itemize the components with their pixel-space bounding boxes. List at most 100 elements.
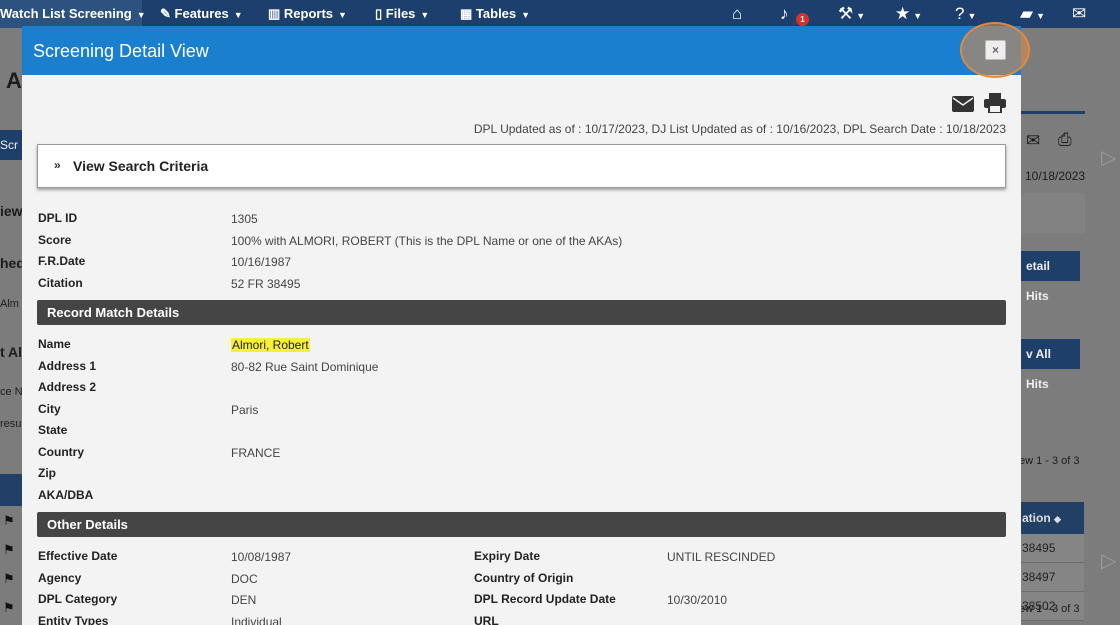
bg-fragment-source: ce N [0,386,23,398]
name-value: Almori, Robert [231,338,310,352]
city-label: City [38,402,61,416]
name-label: Name [38,337,71,351]
bg-fragment-results: resu [0,418,22,430]
fr-date-label: F.R.Date [38,254,86,268]
caret-down-icon: ▼ [338,10,347,20]
nav-watch-list-screening[interactable]: Watch List Screening ▼ [0,0,146,28]
view-search-criteria-toggle[interactable]: » View Search Criteria [37,144,1006,188]
bg-left-header [0,474,22,506]
bg-date: 10/18/2023 [1025,169,1086,183]
nav-features-label: Features [174,6,229,21]
other-details-header: Other Details [37,512,1006,537]
sort-icon: ◆ [1054,514,1061,524]
pencil-icon: ✎ [160,6,171,21]
address2-label: Address 2 [38,380,97,394]
modal-header: Screening Detail View [22,26,1021,75]
screening-detail-modal: Screening Detail View DPL Updated as of … [22,26,1021,625]
entity-types-label: Entity Types [38,614,109,625]
email-icon[interactable] [952,96,974,112]
agency-value: DOC [231,572,258,586]
notification-badge: 1 [796,13,809,26]
country-of-origin-label: Country of Origin [474,571,574,585]
caret-down-icon: ▼ [136,10,146,20]
bell-icon[interactable]: ♪ [780,4,789,24]
address1-label: Address 1 [38,359,97,373]
effective-date-label: Effective Date [38,549,118,563]
bg-column-header-label: ation [1022,511,1051,525]
expiry-date-label: Expiry Date [474,549,541,563]
entity-types-value: Individual [231,615,282,625]
bg-column-header: ation ◆ [1016,502,1084,534]
flag-icon: ⚑ [3,600,15,615]
bg-fragment-name: Alm [0,298,19,310]
list-updated-info: DPL Updated as of : 10/17/2023, DJ List … [473,122,1006,136]
bg-divider [1021,111,1085,114]
bg-fragment-button-label: Scr [0,138,18,152]
city-value: Paris [231,403,259,417]
star-icon[interactable]: ★ ▼ [895,4,922,24]
citation-label: Citation [38,276,83,290]
flag-icon: ⚑ [3,542,15,557]
country-value: FRANCE [231,446,281,460]
nav-reports-label: Reports [283,6,334,21]
nav-features[interactable]: ✎ Features ▼ [160,0,243,28]
state-label: State [38,423,68,437]
nav-tables-label: Tables [475,6,517,21]
nav-reports[interactable]: ▥ Reports ▼ [268,0,347,28]
citation-value: 52 FR 38495 [231,277,301,291]
bg-fragment-button: Scr [0,130,22,160]
bg-print-icon: ⎙ [1058,130,1072,149]
bar-chart-icon: ▥ [268,6,281,21]
flag-icon: ⚑ [3,513,15,528]
file-icon: ▯ [375,6,383,21]
bg-envelope-icon: ✉ [1026,131,1041,150]
bg-fragment-alerts: t Al [0,344,23,360]
score-label: Score [38,233,72,247]
name-highlight: Almori, Robert [231,338,310,352]
record-update-date-value: 10/30/2010 [667,593,728,607]
top-nav-bar: Watch List Screening ▼ ✎ Features ▼ ▥ Repo… [0,0,1120,28]
nav-files[interactable]: ▯ Files ▼ [375,0,429,28]
agency-label: Agency [38,571,82,585]
nav-tables[interactable]: ▦ Tables ▼ [460,0,530,28]
bg-fragment-title: A [6,68,22,93]
effective-date-value: 10/08/1987 [231,550,292,564]
bg-fragment-view: iew [0,203,23,219]
aka-dba-label: AKA/DBA [38,488,94,502]
help-icon[interactable]: ? ▼ [955,4,976,24]
bg-play-icon: ▷ [1101,550,1117,572]
bg-view-count-top: ew 1 - 3 of 3 [1019,455,1080,467]
bg-view-all-hits-button: v All Hits [1016,339,1080,391]
nav-files-label: Files [385,6,416,21]
close-icon[interactable]: × [985,40,1006,60]
bg-cell: 38497 [1016,563,1084,592]
zip-label: Zip [38,466,56,480]
caret-down-icon: ▼ [233,10,243,20]
home-icon[interactable]: ⌂ [732,4,742,24]
country-label: Country [38,445,84,459]
dpl-category-label: DPL Category [38,592,118,606]
dpl-category-value: DEN [231,593,257,607]
table-icon: ▦ [460,6,473,21]
modal-title: Screening Detail View [33,41,209,61]
address1-value: 80-82 Rue Saint Dominique [231,360,379,374]
bg-panel [1021,193,1085,233]
book-icon[interactable]: ▰ ▼ [1020,4,1045,24]
envelope-icon[interactable]: ✉ [1072,4,1086,24]
expiry-date-value: UNTIL RESCINDED [667,550,776,564]
bg-play-icon: ▷ [1101,147,1117,169]
caret-down-icon: ▼ [521,10,531,20]
caret-down-icon: ▼ [420,10,430,20]
close-button[interactable]: × [960,22,1030,78]
nav-watch-list-screening-label: Watch List Screening [0,6,132,21]
wrench-icon[interactable]: ⚒ ▼ [838,4,865,24]
record-match-details-header: Record Match Details [37,300,1006,325]
dpl-id-label: DPL ID [38,211,78,225]
record-update-date-label: DPL Record Update Date [474,592,616,606]
bg-detail-hits-button: etail Hits [1016,251,1080,303]
score-value: 100% with ALMORI, ROBERT (This is the DP… [231,234,623,248]
view-search-criteria-label: View Search Criteria [73,158,209,174]
bg-view-count-bottom: ew 1 - 3 of 3 [1019,603,1080,615]
print-icon[interactable] [984,93,1006,113]
url-label: URL [474,614,499,625]
